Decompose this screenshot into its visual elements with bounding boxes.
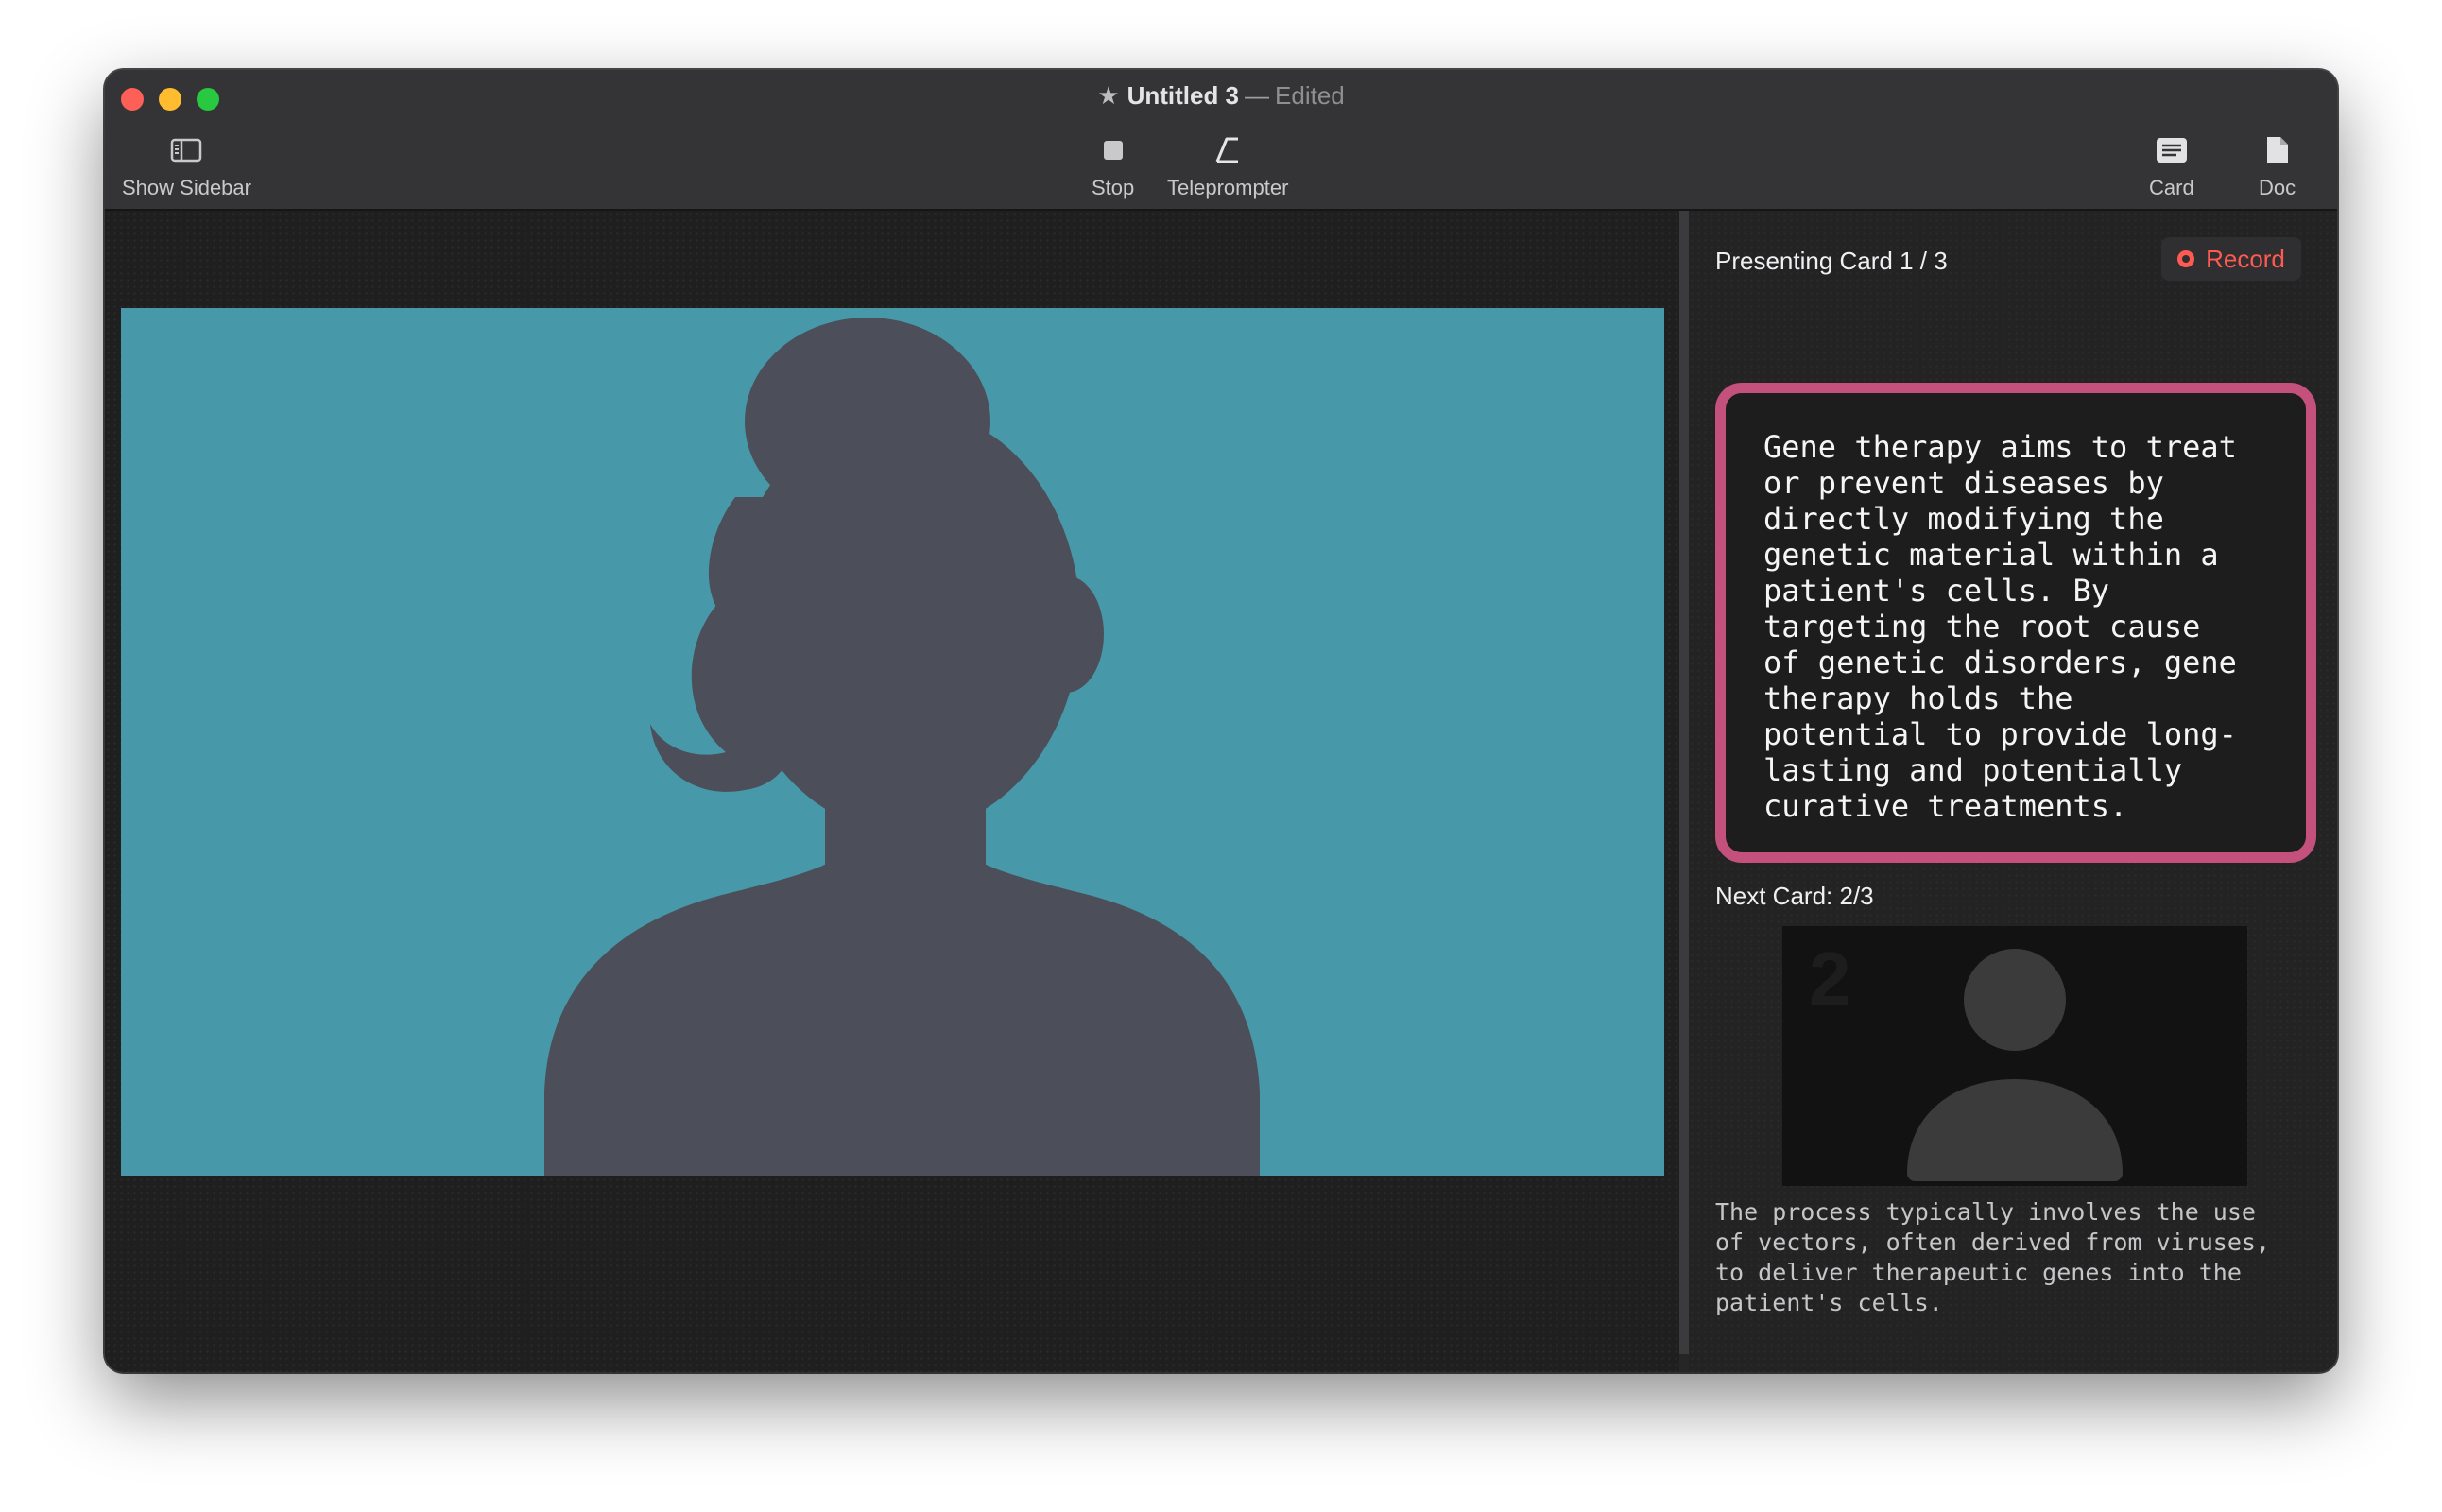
teleprompter-label: Teleprompter bbox=[1167, 176, 1289, 199]
show-sidebar-button[interactable]: Show Sidebar bbox=[122, 129, 251, 200]
stop-button[interactable]: Stop bbox=[1092, 129, 1134, 200]
current-script-text: Gene therapy aims to treat or prevent di… bbox=[1763, 429, 2237, 824]
person-silhouette bbox=[544, 318, 1260, 1176]
doc-icon bbox=[2265, 129, 2290, 172]
doc-label: Doc bbox=[2259, 176, 2296, 199]
titlebar: ★ Untitled 3— Edited Show Sidebar Stop T… bbox=[105, 70, 2337, 211]
record-button[interactable]: Record bbox=[2161, 237, 2301, 281]
presentation-area bbox=[105, 211, 1679, 1372]
teleprompter-icon bbox=[1213, 129, 1242, 172]
sidebar-icon bbox=[170, 129, 202, 172]
record-label: Record bbox=[2206, 244, 2285, 273]
window-title: ★ Untitled 3— Edited bbox=[105, 81, 2337, 111]
camera-preview bbox=[121, 308, 1664, 1176]
person-placeholder-icon bbox=[1907, 949, 2123, 1181]
stop-icon bbox=[1102, 129, 1125, 172]
card-button[interactable]: Card bbox=[2149, 129, 2194, 200]
title-separator: — bbox=[1245, 81, 1270, 110]
doc-button[interactable]: Doc bbox=[2259, 129, 2296, 200]
next-script-text: The process typically involves the use o… bbox=[1715, 1198, 2270, 1316]
panel-divider[interactable] bbox=[1679, 211, 1689, 1354]
teleprompter-button[interactable]: Teleprompter bbox=[1167, 129, 1288, 200]
edited-status: Edited bbox=[1275, 81, 1345, 110]
card-label: Card bbox=[2149, 176, 2194, 199]
stop-label: Stop bbox=[1092, 176, 1135, 199]
record-icon bbox=[2177, 250, 2195, 267]
card-icon bbox=[2156, 129, 2188, 172]
teleprompter-panel: Presenting Card 1 / 3 Record Gene therap… bbox=[1689, 211, 2337, 1372]
current-card: Gene therapy aims to treat or prevent di… bbox=[1715, 383, 2316, 863]
show-sidebar-label: Show Sidebar bbox=[122, 176, 251, 199]
star-icon: ★ bbox=[1097, 81, 1120, 110]
app-window: ★ Untitled 3— Edited Show Sidebar Stop T… bbox=[105, 70, 2337, 1372]
presenting-status: Presenting Card 1 / 3 bbox=[1715, 247, 1948, 275]
next-card-thumbnail[interactable]: 2 bbox=[1782, 926, 2247, 1186]
next-card-label: Next Card: 2/3 bbox=[1715, 882, 1874, 910]
document-name: Untitled 3 bbox=[1126, 81, 1240, 110]
